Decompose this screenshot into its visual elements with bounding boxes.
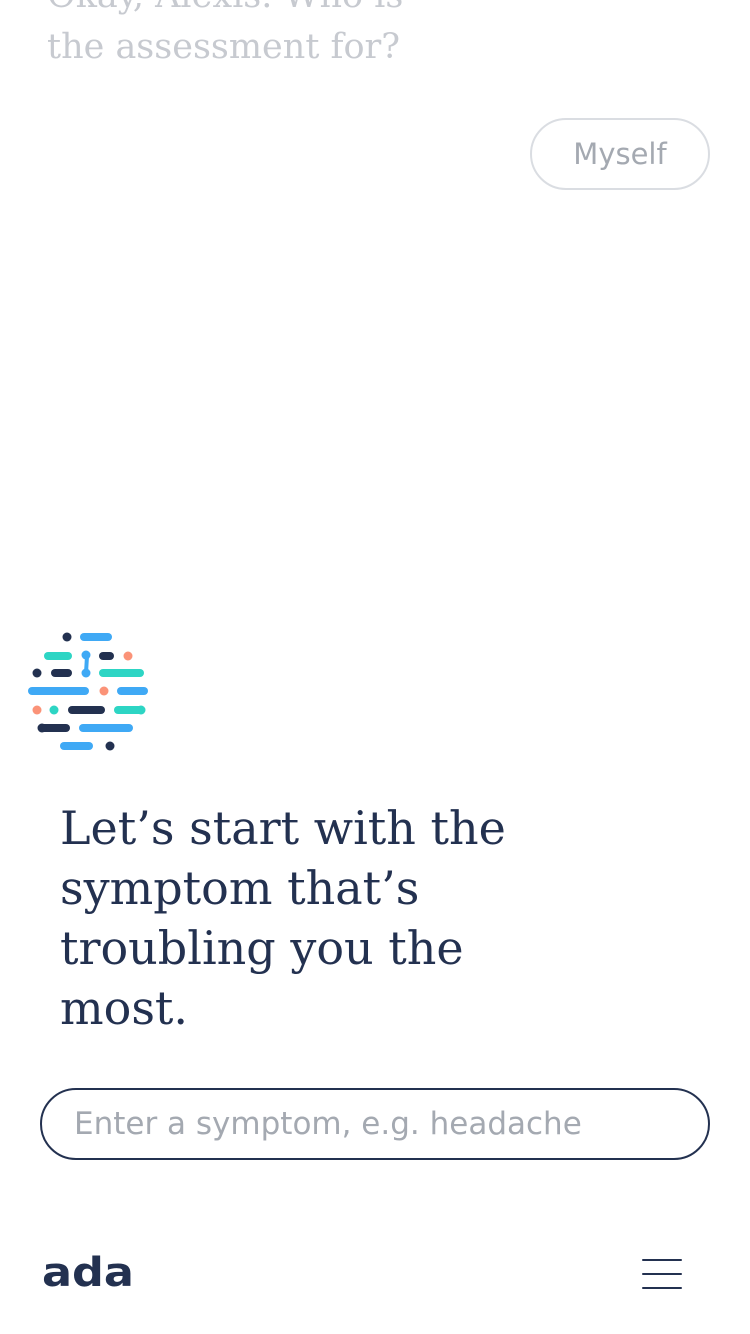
menu-line-bottom xyxy=(642,1287,682,1289)
ada-avatar-icon xyxy=(28,632,148,751)
answer-chip-myself[interactable]: Myself xyxy=(530,118,710,190)
previous-question: Okay, Alexis. Who is the assessment for? xyxy=(47,0,403,67)
menu-line-middle xyxy=(642,1273,682,1275)
current-question: Let’s start with the symptom that’s trou… xyxy=(60,801,506,1035)
symptom-input[interactable] xyxy=(40,1088,710,1160)
ada-logo: ada xyxy=(42,1254,134,1292)
menu-line-top xyxy=(642,1259,682,1261)
ada-wordmark: ada xyxy=(42,1254,134,1292)
hamburger-menu-icon[interactable] xyxy=(636,1252,688,1296)
